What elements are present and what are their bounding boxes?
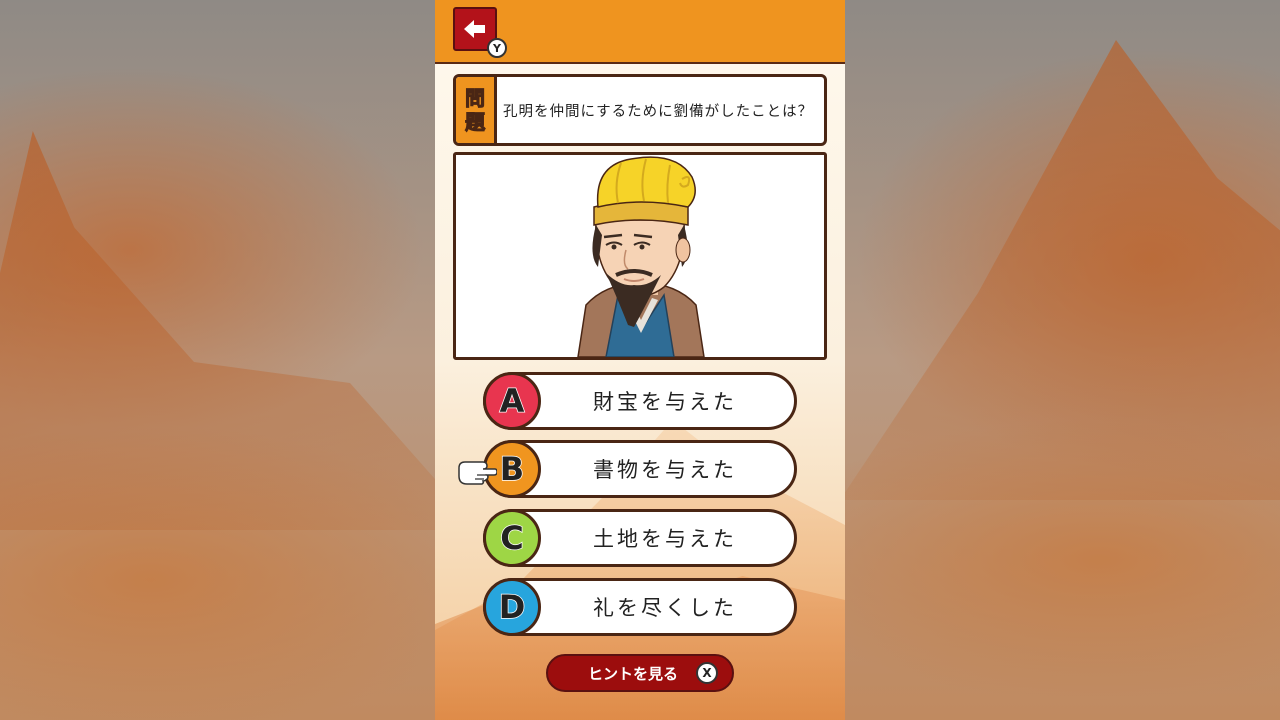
- answer-option-d[interactable]: D 礼を尽くした: [483, 578, 797, 636]
- answer-option-c[interactable]: C 土地を与えた: [483, 509, 797, 567]
- question-tag: 問 題: [456, 77, 497, 143]
- question-tag-char-1: 問: [465, 86, 486, 111]
- background-mountain-left: [0, 131, 480, 530]
- x-key-badge: X: [696, 662, 718, 684]
- top-bar: Y: [435, 0, 845, 64]
- answer-option-b[interactable]: B 書物を与えた: [483, 440, 797, 498]
- answer-label-d: 礼を尽くした: [593, 596, 737, 620]
- answer-letter-a: A: [483, 372, 541, 430]
- question-box: 問 題 孔明を仲間にするために劉備がしたことは？: [453, 74, 827, 146]
- answer-label-a: 財宝を与えた: [593, 390, 737, 414]
- question-text: 孔明を仲間にするために劉備がしたことは？: [503, 103, 814, 120]
- game-screen: Y 問 題 孔明を仲間にするために劉備がしたことは？ A 財宝を与えた B 書物…: [435, 0, 845, 720]
- answer-letter-d: D: [483, 578, 541, 636]
- character-portrait: [577, 156, 705, 357]
- left-arrow-icon: [464, 20, 485, 38]
- answer-label-b: 書物を与えた: [593, 458, 737, 482]
- pointing-hand-icon: [458, 461, 497, 485]
- answer-label-c: 土地を与えた: [593, 527, 737, 551]
- background-mountain-right: [840, 40, 1280, 500]
- hint-button[interactable]: ヒントを見る X: [546, 654, 734, 692]
- answer-option-a[interactable]: A 財宝を与えた: [483, 372, 797, 430]
- question-tag-char-2: 題: [465, 110, 486, 135]
- hint-label: ヒントを見る: [588, 664, 679, 683]
- answer-letter-c: C: [483, 509, 541, 567]
- portrait-frame: [453, 152, 827, 360]
- y-key-badge: Y: [487, 38, 507, 58]
